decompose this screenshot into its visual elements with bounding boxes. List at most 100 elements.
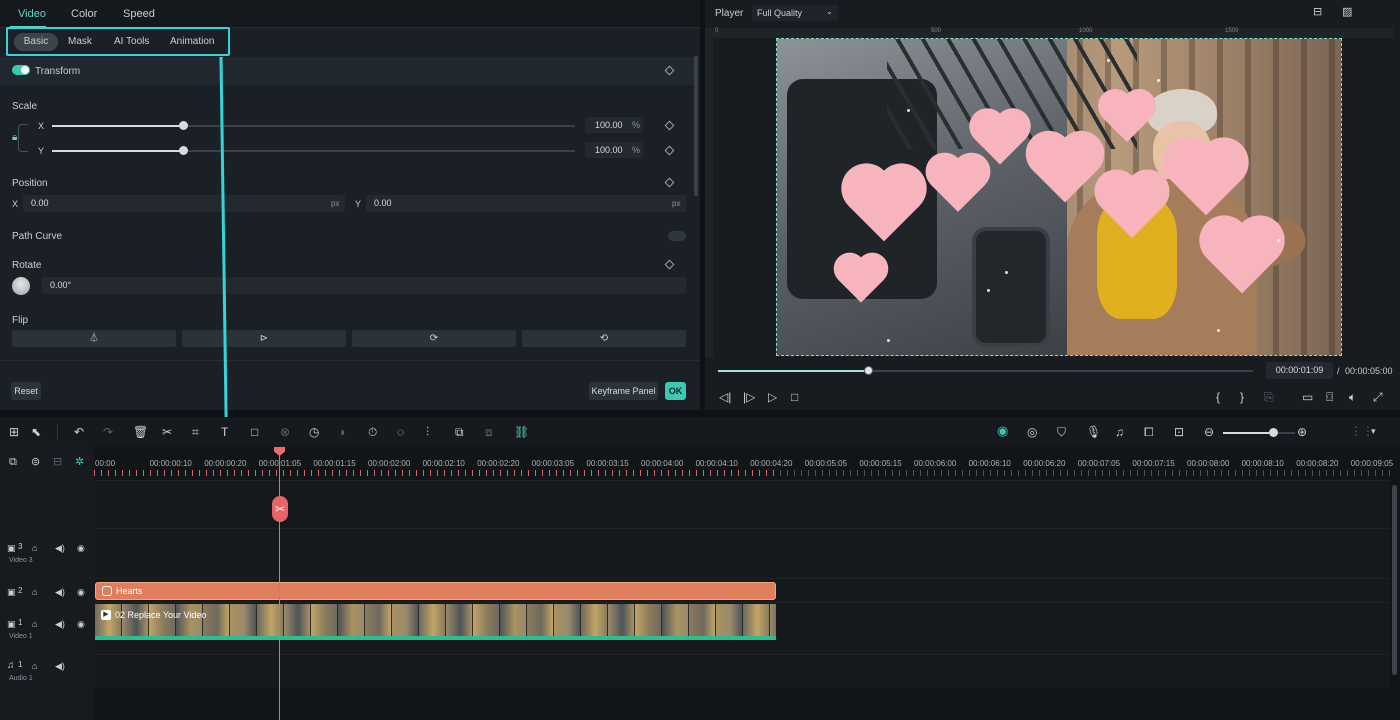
position-x-field[interactable]: 0.00 px <box>23 195 345 212</box>
scale-x-keyframe-icon[interactable] <box>664 120 675 131</box>
cut-icon[interactable]: ✂ <box>162 426 172 438</box>
transform-toggle[interactable] <box>12 65 30 75</box>
properties-scrollbar[interactable] <box>694 56 698 196</box>
picture-in-picture-icon[interactable]: ⧠ <box>1144 426 1154 438</box>
stop-icon[interactable]: □ <box>791 391 798 403</box>
music-note-icon[interactable]: ♫ <box>1115 426 1124 438</box>
scale-x-slider[interactable] <box>52 121 575 130</box>
fullscreen-icon[interactable]: ⤢ <box>1373 391 1383 403</box>
hearts-clip[interactable]: Hearts <box>95 582 776 600</box>
add-track-icon[interactable]: ⧉ <box>9 456 17 468</box>
rotate-counterclockwise-button[interactable]: ⟲ <box>522 330 686 347</box>
lane-audio-1[interactable] <box>94 654 1390 688</box>
undo-icon[interactable]: ↶ <box>74 426 84 438</box>
link-icon[interactable]: ⛓ <box>514 426 529 438</box>
top-tab-bar: Video Color Speed <box>0 0 700 28</box>
speed-icon[interactable]: ◷ <box>309 426 319 438</box>
scale-x-knob[interactable] <box>178 121 188 130</box>
flip-horizontal-button[interactable]: ⏃ <box>12 330 176 347</box>
compare-view-icon[interactable]: ⊟ <box>1313 6 1322 18</box>
position-y-field[interactable]: 0.00 px <box>366 195 686 212</box>
rotate-keyframe-icon[interactable] <box>664 259 675 270</box>
next-frame-icon[interactable]: |▷ <box>743 391 755 403</box>
subtab-ai-tools[interactable]: AI Tools <box>114 36 149 47</box>
zoom-out-icon[interactable]: ⊖ <box>1204 426 1214 438</box>
mute-track-icon[interactable]: ◀) <box>55 660 65 672</box>
eye-icon[interactable]: ◉ <box>77 542 85 554</box>
snap-icon[interactable]: ✲ <box>75 456 84 468</box>
scale-y-knob[interactable] <box>178 146 188 155</box>
position-keyframe-icon[interactable] <box>664 177 675 188</box>
zoom-slider-knob[interactable] <box>1269 428 1278 437</box>
quality-dropdown[interactable]: Full Quality ⌄ <box>752 5 838 21</box>
mute-track-icon[interactable]: ◀) <box>55 618 65 630</box>
zoom-in-icon[interactable]: ⊕ <box>1297 426 1307 438</box>
subtab-basic[interactable]: Basic <box>14 33 58 51</box>
subtitle-icon[interactable]: ⊡ <box>1174 426 1184 438</box>
render-preview-icon[interactable]: ◎ <box>1027 426 1037 438</box>
shape-icon[interactable]: □ <box>251 426 258 438</box>
link-tracks-icon[interactable]: ⊜ <box>31 456 40 468</box>
mark-in-icon[interactable]: { <box>1216 391 1220 403</box>
scissors-split-icon[interactable]: ✂ <box>272 496 288 522</box>
tab-color[interactable]: Color <box>71 8 97 20</box>
display-settings-icon[interactable]: ▭ <box>1302 391 1313 403</box>
lane-video-3[interactable] <box>94 528 1390 578</box>
lock-track-icon[interactable]: ⌂ <box>32 618 37 630</box>
previous-frame-icon[interactable]: ◁| <box>719 391 731 403</box>
lock-track-icon[interactable]: ⌂ <box>32 542 37 554</box>
lock-track-icon[interactable]: ⌂ <box>32 586 37 598</box>
playhead-line[interactable] <box>279 447 280 720</box>
timer-icon[interactable]: ⏱ <box>368 426 377 438</box>
ok-button[interactable]: OK <box>665 382 686 400</box>
keyframe-diamond-icon[interactable] <box>664 65 675 76</box>
playback-progress-knob[interactable] <box>863 366 873 375</box>
delete-icon[interactable]: 🗑︎ <box>133 426 148 438</box>
reset-button[interactable]: Reset <box>11 382 41 400</box>
ai-mate-icon[interactable]: ◉ <box>997 424 1008 437</box>
mute-track-icon[interactable]: ◀) <box>55 542 65 554</box>
tab-video[interactable]: Video <box>18 8 46 20</box>
lock-icon[interactable]: 🔒︎ <box>12 132 17 144</box>
video-preview[interactable] <box>776 38 1342 356</box>
flip-vertical-button[interactable]: ⊳ <box>182 330 346 347</box>
path-curve-toggle[interactable] <box>668 231 686 241</box>
transition-icon[interactable]: ⧉ <box>455 426 464 438</box>
volume-icon[interactable]: 🔈︎ <box>1349 391 1356 403</box>
rotate-field[interactable]: 0.00° <box>42 277 686 294</box>
microphone-icon[interactable]: 🎙︎ <box>1086 426 1101 438</box>
text-icon[interactable]: T <box>221 426 228 438</box>
shield-marker-icon[interactable]: ⛉ <box>1057 426 1066 438</box>
transform-section-header[interactable]: Transform <box>0 57 695 85</box>
snapshot-view-icon[interactable]: ▨ <box>1342 6 1352 18</box>
scale-y-keyframe-icon[interactable] <box>664 145 675 156</box>
adjust-icon[interactable]: ⫶ <box>426 426 429 438</box>
playback-progress-bar[interactable] <box>718 366 1253 375</box>
mask-icon[interactable]: ◌ <box>397 426 404 438</box>
mark-out-icon[interactable]: } <box>1240 391 1244 403</box>
rotate-dial[interactable] <box>12 277 30 295</box>
eye-icon[interactable]: ◉ <box>77 618 85 630</box>
video-clip-label: 02 Replace Your Video <box>115 610 207 620</box>
keyframe-panel-button[interactable]: Keyframe Panel <box>589 382 658 400</box>
eye-icon[interactable]: ◉ <box>77 586 85 598</box>
tab-speed[interactable]: Speed <box>123 8 155 20</box>
camera-snapshot-icon[interactable]: ⌼ <box>1326 391 1333 403</box>
layout-grid-icon[interactable]: ⊞ <box>9 426 19 438</box>
video-clip[interactable]: ▶ 02 Replace Your Video <box>95 604 776 636</box>
scale-y-slider[interactable] <box>52 146 575 155</box>
select-tool-icon[interactable]: ⬉ <box>31 426 41 438</box>
crop-icon[interactable]: ⌗ <box>192 426 199 438</box>
scale-x-field[interactable]: 100.00 % <box>585 117 643 133</box>
lock-track-icon[interactable]: ⌂ <box>32 660 37 672</box>
current-time-field[interactable]: 00:00:01:09 <box>1266 362 1333 379</box>
toolbar-chevron-down-icon[interactable]: ▾ <box>1371 425 1376 437</box>
play-icon[interactable]: ▷ <box>768 391 777 403</box>
rotate-clockwise-button[interactable]: ⟳ <box>352 330 516 347</box>
subtab-animation[interactable]: Animation <box>170 36 214 47</box>
mute-track-icon[interactable]: ◀) <box>55 586 65 598</box>
timeline-scrollbar[interactable] <box>1392 485 1397 675</box>
scale-y-field[interactable]: 100.00 % <box>585 142 643 158</box>
subtab-mask[interactable]: Mask <box>68 36 92 47</box>
zoom-slider[interactable] <box>1223 428 1295 437</box>
